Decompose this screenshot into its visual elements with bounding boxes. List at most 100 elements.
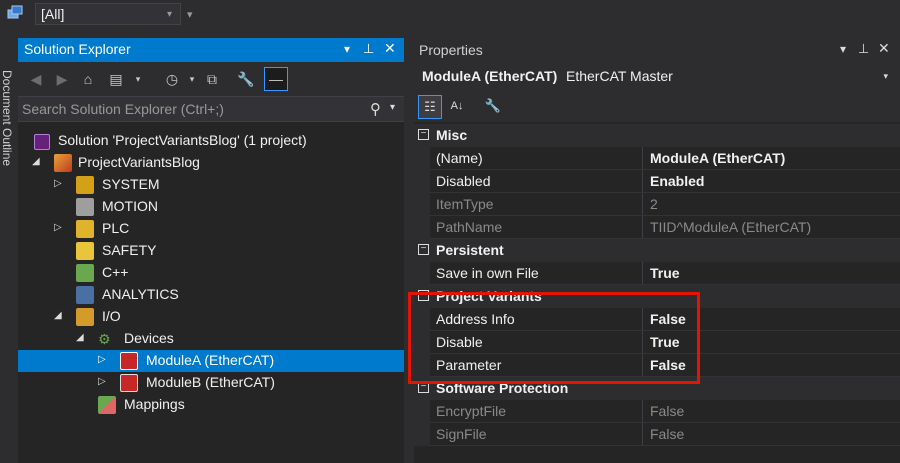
property-value[interactable]: ModuleA (EtherCAT) — [650, 150, 785, 166]
property-name: ItemType — [436, 196, 494, 212]
io-icon — [76, 308, 94, 326]
column-divider[interactable] — [642, 147, 643, 170]
category-label: Misc — [436, 127, 468, 143]
property-row-name[interactable]: (Name) ModuleA (EtherCAT) — [414, 147, 900, 170]
property-row-pathname[interactable]: PathName TIID^ModuleA (EtherCAT) — [414, 216, 900, 239]
window-position-icon[interactable]: ▾ — [840, 42, 846, 56]
pin-icon[interactable]: ⊥ — [363, 41, 374, 57]
chevron-down-icon[interactable]: ▾ — [390, 102, 395, 113]
configuration-manager-icon[interactable] — [6, 4, 26, 22]
property-name: Disabled — [436, 173, 491, 189]
solution-explorer-toolbar: ◀ ▶ ⌂ ▤ ▾ ◷ ▾ ⧉ 🔧 — — [18, 62, 404, 96]
close-icon[interactable]: ✕ — [878, 40, 890, 57]
tree-item-system[interactable]: ▷ SYSTEM — [18, 174, 404, 196]
close-icon[interactable]: ✕ — [384, 40, 396, 57]
row-divider — [430, 445, 900, 446]
cpp-icon — [76, 264, 94, 282]
properties-wrench-icon[interactable]: 🔧 — [236, 69, 256, 89]
column-divider[interactable] — [642, 216, 643, 239]
chevron-down-icon[interactable]: ▾ — [182, 69, 202, 89]
collapsed-arrow-icon[interactable]: ▷ — [98, 376, 108, 388]
back-icon[interactable]: ◀ — [26, 69, 46, 89]
window-position-icon[interactable]: ▾ — [344, 42, 350, 56]
tree-item-io[interactable]: ◢ I/O — [18, 306, 404, 328]
property-name: PathName — [436, 219, 503, 235]
property-value[interactable]: Enabled — [650, 173, 704, 189]
row-margin — [414, 423, 430, 446]
property-row-save-in-own-file[interactable]: Save in own File True — [414, 262, 900, 285]
property-value: TIID^ModuleA (EtherCAT) — [650, 219, 812, 235]
property-name: EncryptFile — [436, 403, 507, 419]
collapsed-arrow-icon[interactable]: ▷ — [54, 222, 64, 234]
tree-item-project[interactable]: ◢ ProjectVariantsBlog — [18, 152, 404, 174]
ethercat-icon — [120, 374, 138, 392]
safety-icon — [76, 242, 94, 260]
pin-icon[interactable]: ⊥ — [858, 41, 869, 57]
property-row-disabled[interactable]: Disabled Enabled — [414, 170, 900, 193]
home-icon[interactable]: ⌂ — [78, 69, 98, 89]
column-divider[interactable] — [642, 170, 643, 193]
column-divider[interactable] — [642, 193, 643, 216]
tree-item-label: ProjectVariantsBlog — [78, 154, 200, 170]
tree-item-label: ANALYTICS — [102, 286, 179, 302]
search-icon[interactable]: ⚲ — [370, 100, 381, 118]
pending-changes-icon[interactable]: ◷ — [162, 69, 182, 89]
property-row-itemtype[interactable]: ItemType 2 — [414, 193, 900, 216]
property-value[interactable]: True — [650, 265, 680, 281]
forward-icon[interactable]: ▶ — [52, 69, 72, 89]
tree-item-devices[interactable]: ◢ ⚙ Devices — [18, 328, 404, 350]
collapse-icon[interactable]: − — [418, 244, 429, 255]
column-divider[interactable] — [642, 262, 643, 285]
collapse-all-icon[interactable]: ⧉ — [202, 69, 222, 89]
tree-item-solution[interactable]: Solution 'ProjectVariantsBlog' (1 projec… — [18, 130, 404, 152]
tree-item-motion[interactable]: MOTION — [18, 196, 404, 218]
alphabetical-icon[interactable]: A↓ — [446, 95, 468, 117]
solution-explorer-titlebar: Solution Explorer ▾ ⊥ ✕ — [18, 38, 404, 62]
expanded-arrow-icon[interactable]: ◢ — [54, 310, 64, 322]
switch-views-icon[interactable]: ▤ — [106, 69, 126, 89]
row-margin — [414, 400, 430, 423]
collapse-icon[interactable]: − — [418, 129, 429, 140]
column-divider[interactable] — [642, 423, 643, 446]
property-value: False — [650, 426, 685, 442]
solution-icon — [34, 134, 50, 150]
categorized-icon[interactable]: ☷ — [418, 95, 442, 119]
properties-panel: Properties ▾ ⊥ ✕ ModuleA (EtherCAT) Ethe… — [414, 38, 900, 463]
property-row-signfile[interactable]: SignFile False — [414, 423, 900, 446]
tree-item-label: C++ — [102, 264, 129, 280]
chevron-down-icon: ▾ — [167, 9, 173, 20]
panel-title: Solution Explorer — [24, 41, 131, 57]
solution-configuration-dropdown[interactable]: [All] ▾ — [35, 3, 181, 25]
collapsed-arrow-icon[interactable]: ▷ — [98, 354, 108, 366]
tree-item-safety[interactable]: SAFETY — [18, 240, 404, 262]
property-value: 2 — [650, 196, 658, 212]
tree-item-cpp[interactable]: C++ — [18, 262, 404, 284]
tree-item-moduleb[interactable]: ▷ ModuleB (EtherCAT) — [18, 372, 404, 394]
document-outline-tab[interactable]: Document Outline — [0, 30, 17, 463]
tree-item-label: ModuleA (EtherCAT) — [146, 352, 275, 368]
column-divider[interactable] — [642, 400, 643, 423]
property-name: (Name) — [436, 150, 483, 166]
category-persistent[interactable]: − Persistent — [414, 239, 900, 262]
collapsed-arrow-icon[interactable]: ▷ — [54, 178, 64, 190]
plc-icon — [76, 220, 94, 238]
property-row-encryptfile[interactable]: EncryptFile False — [414, 400, 900, 423]
preview-selected-items-icon[interactable]: — — [264, 67, 288, 91]
solution-explorer-panel: Solution Explorer ▾ ⊥ ✕ ◀ ▶ ⌂ ▤ ▾ ◷ ▾ ⧉ … — [18, 38, 404, 463]
project-icon — [54, 154, 72, 172]
object-selector-dropdown[interactable]: ModuleA (EtherCAT) EtherCAT Master ▾ — [414, 62, 900, 90]
document-outline-label: Document Outline — [0, 70, 14, 167]
category-misc[interactable]: − Misc — [414, 124, 900, 147]
row-margin — [414, 170, 430, 193]
toolbar-overflow-icon[interactable]: ▾ — [187, 8, 199, 22]
tree-item-plc[interactable]: ▷ PLC — [18, 218, 404, 240]
search-input[interactable] — [22, 100, 362, 118]
tree-item-modulea[interactable]: ▷ ModuleA (EtherCAT) — [18, 350, 404, 372]
property-pages-icon[interactable]: 🔧 — [482, 95, 504, 117]
tree-item-mappings[interactable]: Mappings — [18, 394, 404, 416]
expanded-arrow-icon[interactable]: ◢ — [76, 332, 86, 344]
chevron-down-icon[interactable]: ▾ — [128, 69, 148, 89]
tree-item-analytics[interactable]: ANALYTICS — [18, 284, 404, 306]
expanded-arrow-icon[interactable]: ◢ — [32, 156, 42, 168]
properties-titlebar: Properties ▾ ⊥ ✕ — [414, 38, 900, 62]
